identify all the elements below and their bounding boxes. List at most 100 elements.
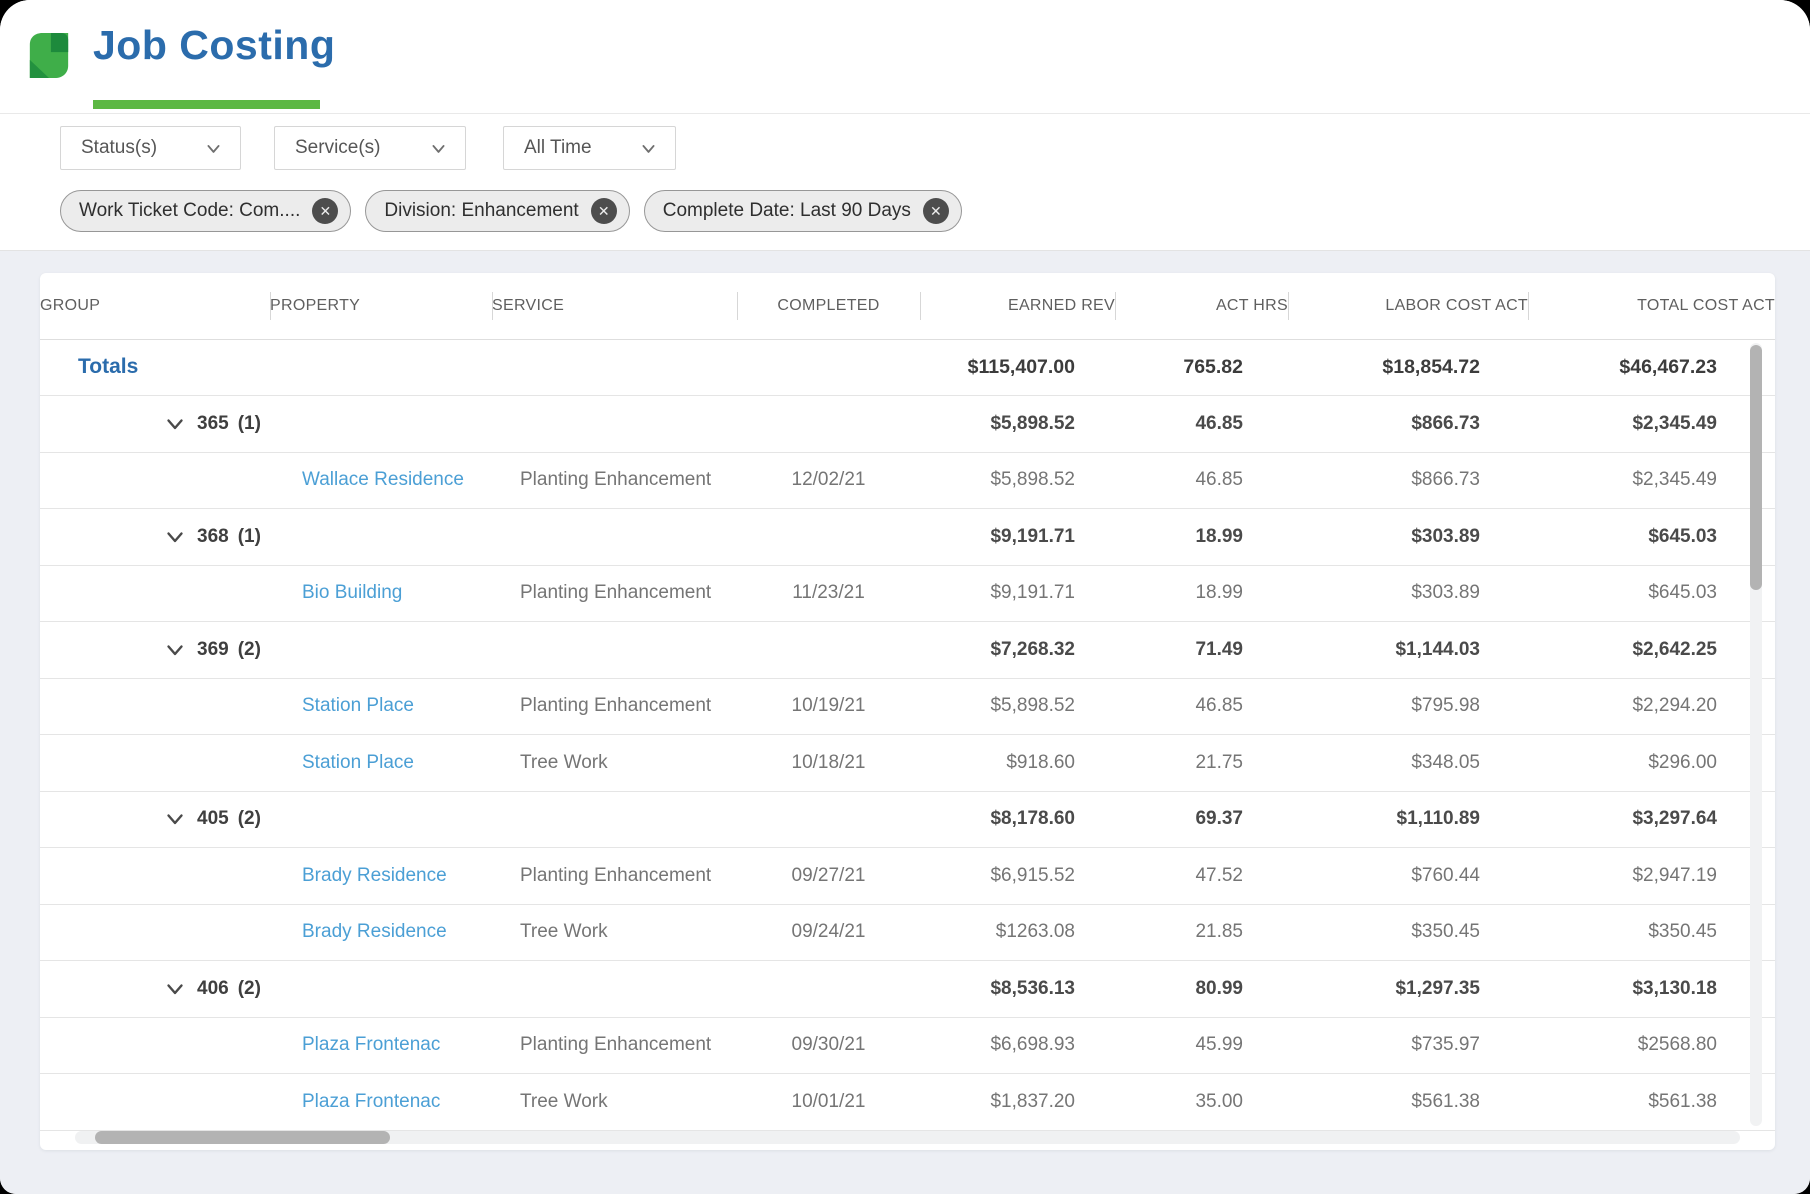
status-filter-dropdown[interactable]: Status(s) bbox=[60, 126, 241, 170]
property-cell bbox=[270, 961, 492, 1018]
property-link[interactable]: Station Place bbox=[270, 695, 414, 717]
group-cell bbox=[40, 904, 270, 961]
service-cell: Tree Work bbox=[492, 904, 737, 961]
group-act-hrs: 80.99 bbox=[1115, 961, 1288, 1018]
labor-cost-act-value: $735.97 bbox=[1288, 1017, 1528, 1074]
earned-rev-value: $1263.08 bbox=[920, 904, 1115, 961]
totals-row: Totals $115,407.00 765.82 $18,854.72 $46… bbox=[40, 339, 1775, 396]
service-label: Planting Enhancement bbox=[492, 695, 711, 717]
act-hrs-value: 45.99 bbox=[1115, 1017, 1288, 1074]
service-cell: Planting Enhancement bbox=[492, 848, 737, 905]
group-toggle[interactable]: 368(1) bbox=[40, 526, 270, 548]
act-hrs-value: 47.52 bbox=[1115, 848, 1288, 905]
completed-cell bbox=[737, 396, 920, 453]
service-cell: Tree Work bbox=[492, 735, 737, 792]
group-toggle[interactable]: 365 (1) bbox=[40, 413, 270, 435]
group-labor-cost-act: $1,297.35 bbox=[1288, 961, 1528, 1018]
totals-act-hrs: 765.82 bbox=[1115, 339, 1288, 396]
labor-cost-act-value: $760.44 bbox=[1288, 848, 1528, 905]
group-toggle[interactable]: 405(2) bbox=[40, 808, 270, 830]
service-cell: Planting Enhancement bbox=[492, 678, 737, 735]
vertical-scrollbar-thumb[interactable] bbox=[1750, 345, 1762, 590]
group-act-hrs: 46.85 bbox=[1115, 396, 1288, 453]
act-hrs-value: 18.99 bbox=[1115, 565, 1288, 622]
vertical-scrollbar[interactable] bbox=[1750, 343, 1762, 1126]
property-link[interactable]: Wallace Residence bbox=[270, 469, 464, 491]
group-id: 405 bbox=[197, 808, 229, 830]
service-cell bbox=[492, 396, 737, 453]
remove-filter-icon[interactable]: ✕ bbox=[923, 198, 949, 224]
property-link[interactable]: Bio Building bbox=[270, 582, 402, 604]
labor-cost-act-value: $561.38 bbox=[1288, 1074, 1528, 1131]
horizontal-scrollbar[interactable] bbox=[75, 1131, 1740, 1144]
group-earned-rev: $5,898.52 bbox=[920, 396, 1115, 453]
group-labor-cost-act: $1,110.89 bbox=[1288, 791, 1528, 848]
property-cell bbox=[270, 622, 492, 679]
chip-division[interactable]: Division: Enhancement ✕ bbox=[365, 190, 629, 232]
group-earned-rev: $9,191.71 bbox=[920, 509, 1115, 566]
property-link[interactable]: Station Place bbox=[270, 752, 414, 774]
act-hrs-value: 21.85 bbox=[1115, 904, 1288, 961]
chevron-down-icon bbox=[205, 140, 222, 157]
chip-complete-date[interactable]: Complete Date: Last 90 Days ✕ bbox=[644, 190, 962, 232]
total-cost-act-value: $2568.80 bbox=[1528, 1017, 1775, 1074]
total-cost-act-value: $2,345.49 bbox=[1528, 452, 1775, 509]
service-filter-dropdown[interactable]: Service(s) bbox=[274, 126, 466, 170]
property-link[interactable]: Plaza Frontenac bbox=[270, 1034, 440, 1056]
completed-date: 10/18/21 bbox=[737, 735, 920, 792]
remove-filter-icon[interactable]: ✕ bbox=[312, 198, 338, 224]
chip-label: Division: Enhancement bbox=[384, 200, 578, 222]
completed-cell bbox=[737, 509, 920, 566]
leaf-logo-icon bbox=[26, 30, 72, 82]
totals-earned-rev: $115,407.00 bbox=[920, 339, 1115, 396]
group-id: 365 bbox=[197, 413, 229, 435]
chip-label: Work Ticket Code: Com.... bbox=[79, 200, 300, 222]
property-cell bbox=[270, 396, 492, 453]
table-header-row: GROUP PROPERTY SERVICE COMPLETED EARNED … bbox=[40, 273, 1775, 339]
property-cell: Plaza Frontenac bbox=[270, 1017, 492, 1074]
completed-date: 09/24/21 bbox=[737, 904, 920, 961]
property-link[interactable]: Brady Residence bbox=[270, 865, 447, 887]
group-cell bbox=[40, 452, 270, 509]
filter-bar: Status(s) Service(s) All Time Work Ti bbox=[0, 114, 1810, 251]
earned-rev-value: $9,191.71 bbox=[920, 565, 1115, 622]
property-cell: Wallace Residence bbox=[270, 452, 492, 509]
app-header: Job Costing bbox=[0, 0, 1810, 114]
job-costing-page: Job Costing Status(s) Service(s) All Tim… bbox=[0, 0, 1810, 1194]
service-label: Planting Enhancement bbox=[492, 582, 711, 604]
group-cell: 365 (1) bbox=[40, 396, 270, 453]
totals-labor-cost-act: $18,854.72 bbox=[1288, 339, 1528, 396]
table-row: Brady Residence Tree Work09/24/21$1263.08… bbox=[40, 904, 1775, 961]
property-cell: Brady Residence bbox=[270, 848, 492, 905]
property-cell: Station Place bbox=[270, 678, 492, 735]
property-link[interactable]: Plaza Frontenac bbox=[270, 1091, 440, 1113]
horizontal-scrollbar-thumb[interactable] bbox=[95, 1131, 390, 1144]
chevron-down-icon bbox=[165, 809, 185, 829]
group-row: 365(1)$5,898.5246.85$866.73$2,345.49 bbox=[40, 396, 1775, 453]
labor-cost-act-value: $866.73 bbox=[1288, 452, 1528, 509]
table-row: Plaza Frontenac Planting Enhancement 09/30… bbox=[40, 1017, 1775, 1074]
completed-date: 09/30/21 bbox=[737, 1017, 920, 1074]
group-cell bbox=[40, 565, 270, 622]
group-toggle[interactable]: 369(2) bbox=[40, 639, 270, 661]
group-count: (1) bbox=[238, 413, 261, 435]
property-link[interactable]: Brady Residence bbox=[270, 921, 447, 943]
chip-work-ticket-code[interactable]: Work Ticket Code: Com.... ✕ bbox=[60, 190, 351, 232]
remove-filter-icon[interactable]: ✕ bbox=[591, 198, 617, 224]
status-filter-label: Status(s) bbox=[81, 137, 157, 159]
totals-total-cost-act: $46,467.23 bbox=[1528, 339, 1775, 396]
service-label: Tree Work bbox=[492, 1091, 608, 1113]
chevron-down-icon bbox=[165, 640, 185, 660]
property-cell bbox=[270, 791, 492, 848]
chevron-down-icon bbox=[165, 979, 185, 999]
group-toggle[interactable]: 406(2) bbox=[40, 978, 270, 1000]
labor-cost-act-value: $303.89 bbox=[1288, 565, 1528, 622]
earned-rev-value: $1,837.20 bbox=[920, 1074, 1115, 1131]
completed-cell bbox=[737, 961, 920, 1018]
total-cost-act-value: $2,947.19 bbox=[1528, 848, 1775, 905]
date-range-dropdown[interactable]: All Time bbox=[503, 126, 676, 170]
service-label: Planting Enhancement bbox=[492, 1034, 711, 1056]
service-cell: Planting Enhancement bbox=[492, 452, 737, 509]
group-row: 369(2)$7,268.3271.49$1,144.03$2,642.25 bbox=[40, 622, 1775, 679]
group-id: 368 bbox=[197, 526, 229, 548]
